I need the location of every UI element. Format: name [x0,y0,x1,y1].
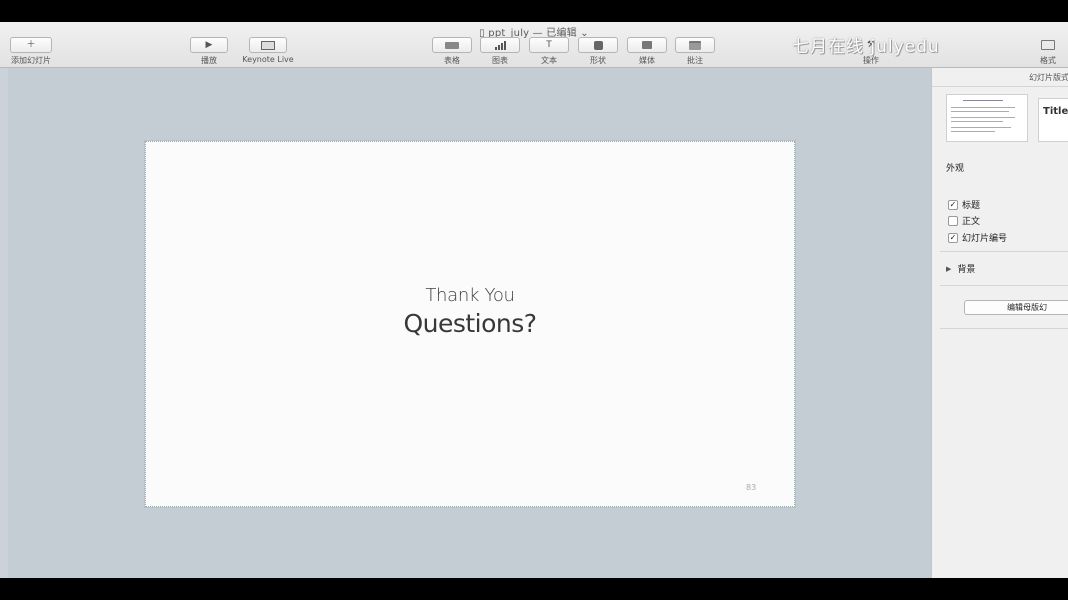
keynote-window: ▯ ppt_july — 已编辑 ⌄ ＋ 添加幻灯片 ▶ 播放 Keynote … [0,22,1068,578]
table-icon [445,41,459,49]
option-title[interactable]: ✓ 标题 [948,198,980,211]
slide-canvas[interactable]: Thank You Questions? 83 [8,68,930,578]
slide-title[interactable]: Thank You [146,285,794,306]
slide-number: 83 [746,483,757,492]
thumb-line [951,131,995,132]
slide-subtitle[interactable]: Questions? [146,309,794,338]
text-label: 文本 [541,56,557,65]
checkmark-icon: ✓ [949,199,957,209]
checkmark-icon: ✓ [949,232,957,242]
layout-thumbnail-title: Title [1043,106,1068,117]
master-thumbnail[interactable] [946,94,1028,142]
option-body[interactable]: 正文 [948,214,980,227]
play-button[interactable]: ▶ 播放 [190,37,228,66]
comment-icon [689,40,701,50]
thumb-line [951,121,1003,122]
plus-icon: ＋ [26,39,36,50]
current-slide[interactable]: Thank You Questions? 83 [145,141,795,507]
background-label: 背景 [957,265,976,275]
shape-icon [593,40,603,50]
divider [940,328,1068,329]
text-button[interactable]: T 文本 [529,37,569,66]
edit-master-button[interactable]: 编辑母版幻 [964,300,1068,315]
shape-button[interactable]: 形状 [578,37,618,66]
slide-navigator-edge[interactable] [0,68,8,578]
keynote-live-label: Keynote Live [242,55,294,64]
layout-thumbnail[interactable]: Title [1038,98,1068,142]
media-button[interactable]: 媒体 [627,37,667,66]
format-inspector-panel: 幻灯片版式 Title 外观 ✓ 标题 正文 ✓ 幻灯片编号 ▶ 背景 编辑母版… [931,68,1068,578]
checkbox-unchecked[interactable] [948,215,958,226]
thumb-line [951,111,1009,112]
checkbox-checked[interactable]: ✓ [948,232,958,243]
format-brush-icon [1041,40,1055,50]
add-slide-label: 添加幻灯片 [11,56,51,65]
format-button[interactable]: 格式 [1028,37,1068,66]
chart-button[interactable]: 图表 [480,37,520,66]
media-label: 媒体 [639,56,655,65]
thumb-line [951,117,1015,118]
checkbox-checked[interactable]: ✓ [948,199,958,210]
play-label: 播放 [201,56,217,65]
comment-button[interactable]: 批注 [675,37,715,66]
shape-label: 形状 [590,56,606,65]
keynote-live-button[interactable]: Keynote Live [238,37,298,64]
thumb-line [951,107,1015,108]
watermark: 七月在线 julyedu [792,37,940,57]
table-label: 表格 [444,56,460,65]
option-body-label: 正文 [962,217,981,227]
appearance-heading: 外观 [946,164,965,174]
play-icon: ▶ [205,39,213,50]
option-slide-number-label: 幻灯片编号 [962,234,1008,244]
divider [940,251,1068,252]
media-icon [642,41,652,49]
divider [932,86,1068,87]
thumb-line [963,100,1003,101]
divider [940,285,1068,286]
toolbar: ▯ ppt_july — 已编辑 ⌄ ＋ 添加幻灯片 ▶ 播放 Keynote … [0,22,1068,68]
background-section-toggle[interactable]: ▶ 背景 [946,262,976,276]
add-slide-button[interactable]: ＋ 添加幻灯片 [8,37,54,66]
text-icon: T [546,39,552,50]
comment-label: 批注 [687,56,703,65]
tab-slide-layout[interactable]: 幻灯片版式 [1029,72,1068,83]
chart-label: 图表 [492,56,508,65]
disclosure-triangle-icon: ▶ [946,264,952,273]
option-title-label: 标题 [962,201,981,211]
keynote-live-icon [261,40,275,50]
chart-icon [494,40,506,50]
format-label: 格式 [1040,56,1056,65]
table-button[interactable]: 表格 [432,37,472,66]
option-slide-number[interactable]: ✓ 幻灯片编号 [948,231,1007,244]
thumb-line [951,127,1011,128]
